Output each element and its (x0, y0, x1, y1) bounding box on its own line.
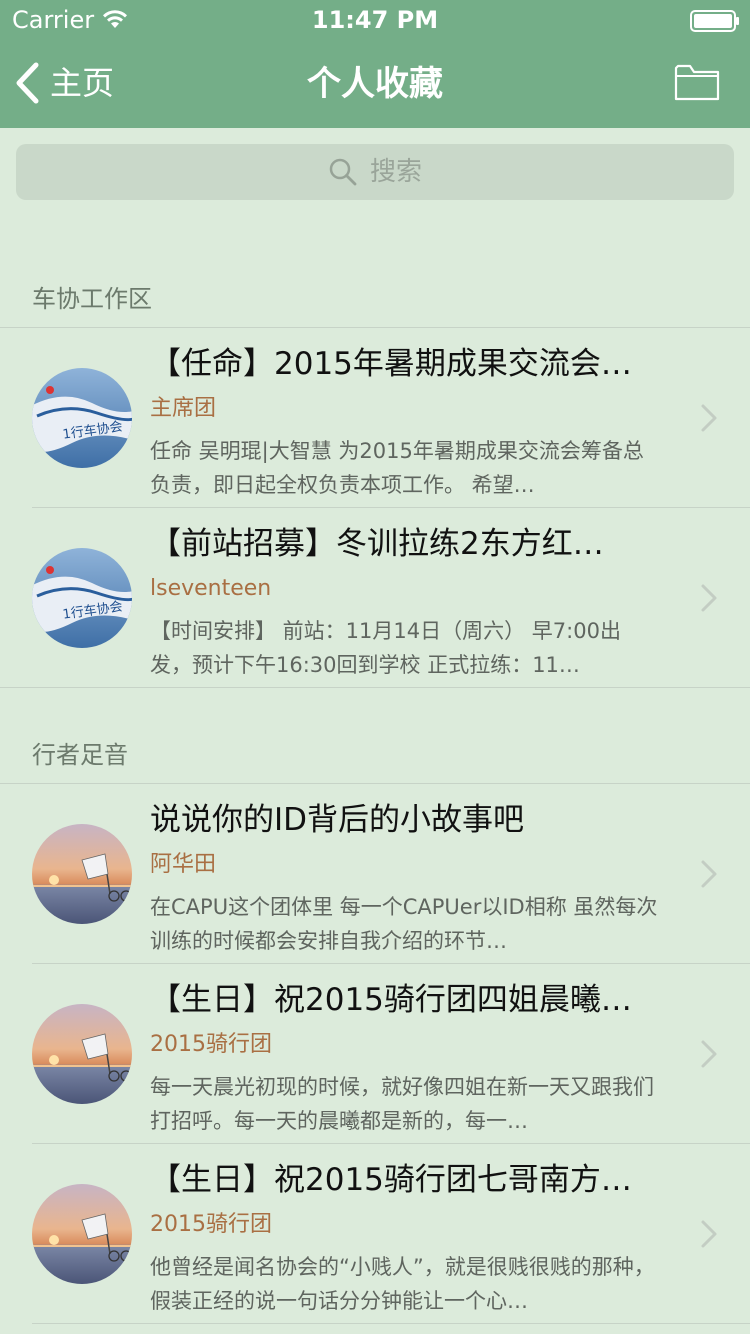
chevron-right-icon (701, 1040, 717, 1068)
item-summary: 【时间安排】 前站：11月14日（周六） 早7:00出发，预计下午16:30回到… (150, 619, 621, 677)
list-item[interactable]: 【生日】祝2015骑行团七哥南方… 2015骑行团 他曾经是闻名协会的“小贱人”… (0, 1144, 750, 1324)
item-author: lseventeen (150, 576, 272, 601)
item-author: 2015骑行团 (150, 1032, 272, 1057)
item-summary: 在CAPU这个团体里 每一个CAPUer以ID相称 虽然每次训练的时候都会安排自… (150, 895, 658, 953)
item-author: 主席团 (150, 396, 217, 421)
sunset-bicycle-avatar (32, 1184, 132, 1284)
chevron-right-icon (701, 860, 717, 888)
status-time: 11:47 PM (311, 6, 439, 34)
item-title: 说说你的ID背后的小故事吧 (150, 802, 525, 838)
item-summary: 任命 吴明琨|大智慧 为2015年暑期成果交流会筹备总负责，即日起全权负责本项工… (150, 439, 644, 497)
folder-icon (674, 64, 720, 101)
search-input[interactable]: 搜索 (16, 144, 734, 200)
search-icon (329, 158, 357, 186)
item-title: 【任命】2015年暑期成果交流会… (150, 346, 632, 382)
navigation-bar: 主页 个人收藏 (0, 40, 750, 128)
item-title: 【前站招募】冬训拉练2东方红… (150, 526, 604, 562)
item-title: 【生日】祝2015骑行团七哥南方… (150, 1162, 632, 1198)
item-author: 阿华田 (150, 852, 217, 877)
battery-icon (690, 10, 739, 32)
sunset-bicycle-avatar (32, 824, 132, 924)
list-item[interactable]: 说说你的ID背后的小故事吧 阿华田 在CAPU这个团体里 每一个CAPUer以I… (0, 784, 750, 964)
search-placeholder: 搜索 (369, 157, 422, 187)
section-header-footsteps: 行者足音 (32, 741, 128, 769)
chevron-right-icon (701, 1220, 717, 1248)
folder-button[interactable] (674, 62, 720, 102)
section-header-workspace: 车协工作区 (32, 285, 152, 313)
bike-club-flag-avatar: 1行车协会 (32, 368, 132, 468)
item-summary: 每一天晨光初现的时候，就好像四姐在新一天又跟我们打招呼。每一天的晨曦都是新的，每… (150, 1075, 654, 1133)
list-item[interactable]: 1行车协会 【前站招募】冬训拉练2东方红… lseventeen 【时间安排】 … (0, 508, 750, 688)
list-item[interactable]: 1行车协会 【任命】2015年暑期成果交流会… 主席团 任命 吴明琨|大智慧 为… (0, 328, 750, 508)
sunset-bicycle-avatar (32, 1004, 132, 1104)
bike-club-flag-avatar: 1行车协会 (32, 548, 132, 648)
item-author: 2015骑行团 (150, 1212, 272, 1237)
item-summary: 他曾经是闻名协会的“小贱人”，就是很贱很贱的那种，假装正经的说一句话分分钟能让一… (150, 1255, 655, 1313)
item-title: 【生日】祝2015骑行团四姐晨曦… (150, 982, 632, 1018)
row-divider (32, 1323, 750, 1324)
chevron-right-icon (701, 404, 717, 432)
chevron-right-icon (701, 584, 717, 612)
page-title: 个人收藏 (307, 64, 443, 104)
status-bar: Carrier 11:47 PM (0, 0, 750, 40)
section-divider (0, 687, 750, 688)
top-bar: Carrier 11:47 PM 主页 个人收藏 (0, 0, 750, 128)
list-item[interactable]: 【生日】祝2015骑行团四姐晨曦… 2015骑行团 每一天晨光初现的时候，就好像… (0, 964, 750, 1144)
